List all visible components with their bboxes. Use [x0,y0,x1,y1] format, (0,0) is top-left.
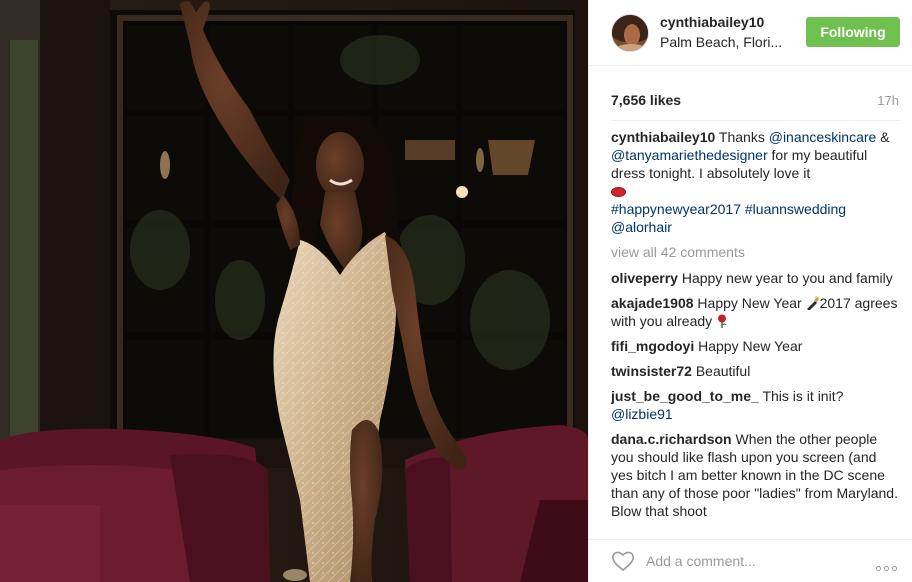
comment-username[interactable]: dana.c.richardson [611,431,732,447]
comment-username[interactable]: oliveperry [611,270,678,286]
comment-item: oliveperry Happy new year to you and fam… [611,269,901,287]
comments-list: cynthiabailey10 Thanks @inanceskincare &… [611,128,901,526]
comment-bar [589,539,912,582]
post-photo[interactable] [0,0,588,582]
comment-text: Happy new year to you and family [681,270,893,286]
avatar-face [624,24,640,46]
lips-emoji-icon [611,187,626,197]
avatar[interactable] [611,14,649,52]
comment-text: Happy New Year [698,338,803,354]
post-username[interactable]: cynthiabailey10 [660,14,764,30]
champagne-bottle-emoji-icon [806,296,819,310]
comment-text: Happy New Year [697,295,802,311]
caption-mention[interactable]: @inanceskincare [769,129,877,145]
avatar-shoulder [614,44,648,51]
caption-text: & [880,129,890,145]
comment-item: twinsister72 Beautiful [611,362,901,380]
more-dot [892,566,897,571]
post-age[interactable]: 17h [877,93,899,108]
photo-illustration [0,0,588,582]
comment-username[interactable]: just_be_good_to_me_ [611,388,759,404]
caption: cynthiabailey10 Thanks @inanceskincare &… [611,128,901,236]
rose-emoji-icon [718,314,727,328]
post-header: cynthiabailey10 Palm Beach, Flori... Fol… [589,0,912,66]
likes-count[interactable]: 7,656 likes [611,92,681,108]
add-comment-input[interactable] [646,551,846,571]
caption-username[interactable]: cynthiabailey10 [611,129,715,145]
more-dot [876,566,881,571]
following-button[interactable]: Following [806,17,900,47]
comment-username[interactable]: twinsister72 [611,363,692,379]
caption-mention[interactable]: @tanyamariethedesigner [611,147,768,163]
more-dot [884,566,889,571]
post-details-panel: cynthiabailey10 Palm Beach, Flori... Fol… [588,0,912,582]
comment-item: dana.c.richardson When the other people … [611,430,901,520]
caption-hashtag[interactable]: #luannswedding [745,201,846,217]
comment-text: Beautiful [695,363,751,379]
caption-text: Thanks [718,129,765,145]
comment-item: akajade1908 Happy New Year 2017 agrees w… [611,294,901,330]
comment-item: fifi_mgodoyi Happy New Year [611,337,901,355]
post-location[interactable]: Palm Beach, Flori... [660,34,790,50]
comment-text: This is it init? [762,388,844,404]
comment-item: just_be_good_to_me_ This is it init? @li… [611,387,901,423]
comment-mention[interactable]: @lizbie91 [611,406,673,422]
divider [611,120,901,121]
more-options-icon[interactable] [876,558,902,571]
caption-mention[interactable]: @alorhair [611,219,672,235]
comment-username[interactable]: akajade1908 [611,295,694,311]
view-all-comments-link[interactable]: view all 42 comments [611,243,901,261]
caption-hashtag[interactable]: #happynewyear2017 [611,201,741,217]
comment-username[interactable]: fifi_mgodoyi [611,338,694,354]
heart-icon[interactable] [611,550,635,572]
